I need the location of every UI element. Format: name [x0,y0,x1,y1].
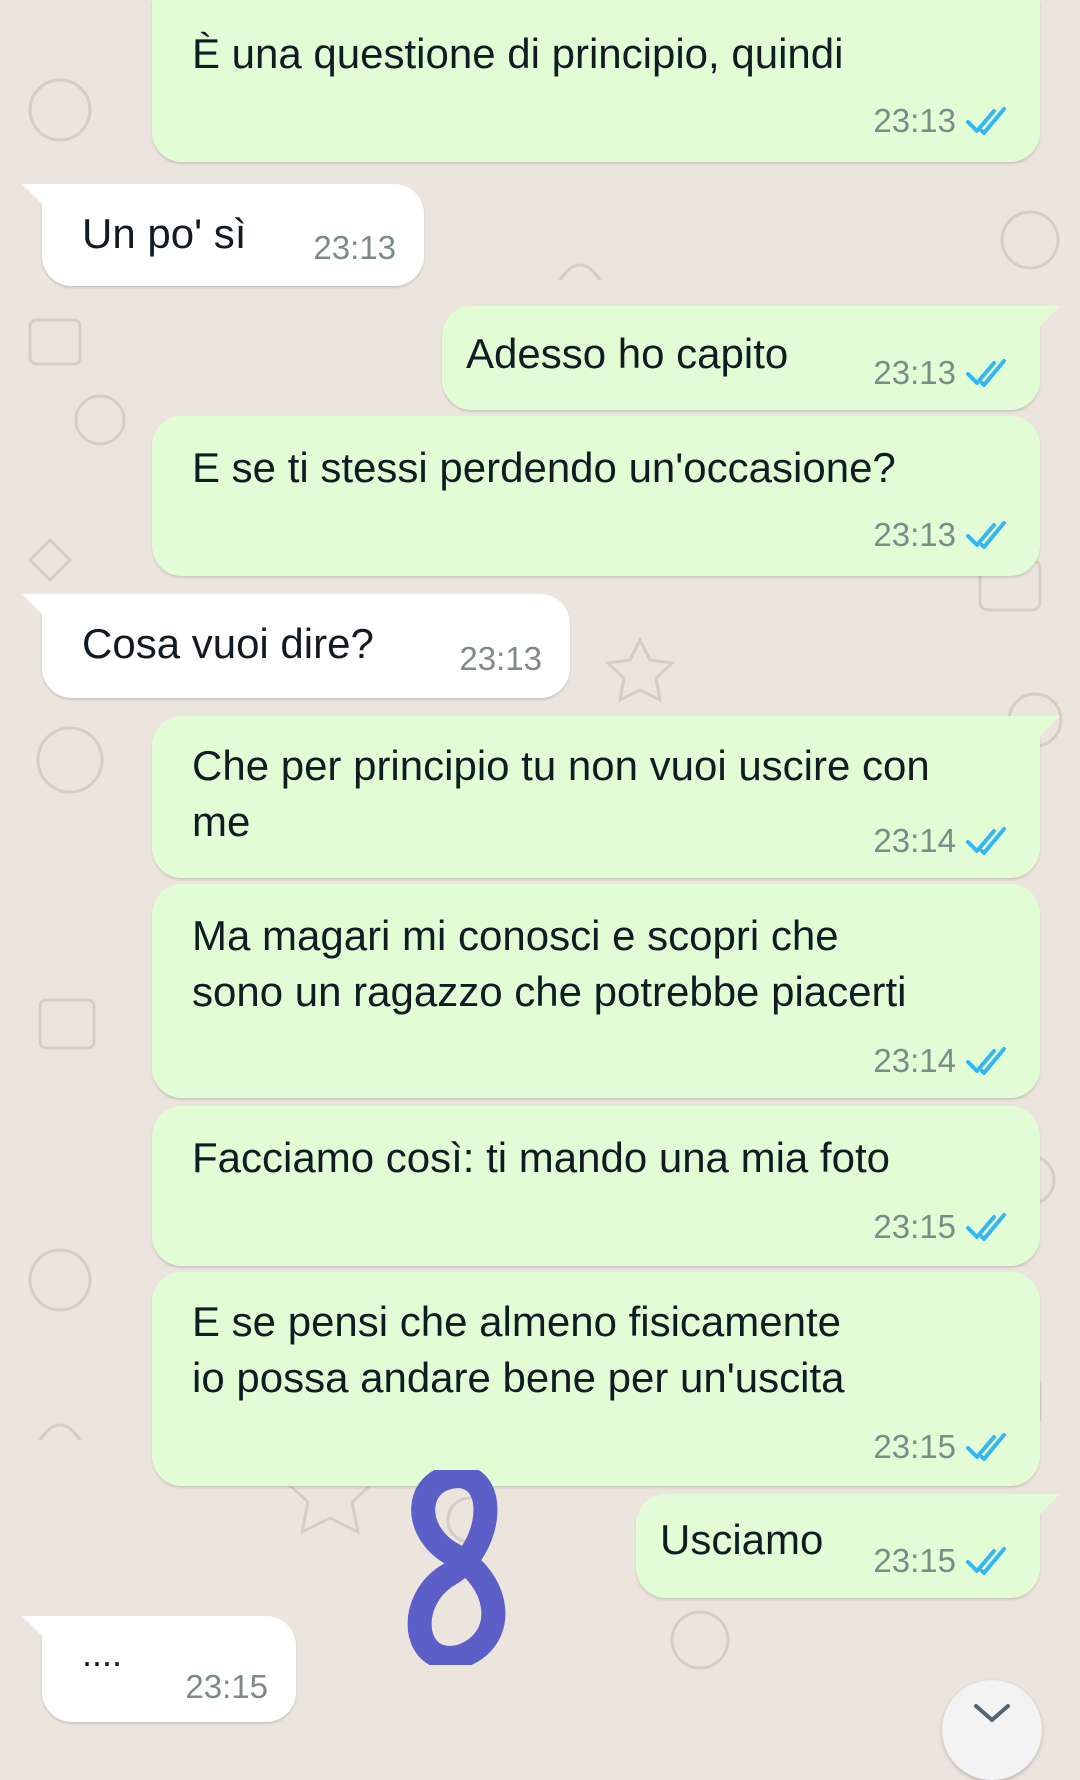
message-meta: 23:14 [873,1042,1010,1080]
double-check-icon [966,521,1006,549]
message-text: Usciamo [660,1516,824,1563]
double-check-icon [966,1433,1006,1461]
message-meta: 23:15 [873,1428,1010,1466]
message-time: 23:13 [873,354,956,391]
message-list[interactable]: È una questione di principio, quindi 23:… [0,0,1080,1724]
message-text: E se pensi che almeno fisicamente io pos… [192,1298,845,1401]
message-meta: 23:15 [185,1668,268,1706]
message-outgoing[interactable]: E se pensi che almeno fisicamente io pos… [152,1272,1040,1486]
message-meta: 23:14 [873,822,1010,860]
message-outgoing[interactable]: Usciamo 23:15 [636,1494,1060,1598]
handwritten-annotation [407,1470,506,1665]
message-text: E se ti stessi perdendo un'occasione? [192,444,896,491]
message-meta: 23:15 [873,1542,1010,1580]
message-time: 23:13 [313,229,396,266]
message-text: Adesso ho capito [466,330,789,377]
message-outgoing[interactable]: Adesso ho capito 23:13 [442,306,1060,410]
message-text: Un po' sì [82,210,247,257]
message-text: È una questione di principio, quindi [192,30,844,77]
message-incoming[interactable]: Un po' sì 23:13 [22,184,424,286]
message-text: Che per principio tu non vuoi uscire con… [192,742,930,845]
message-time: 23:15 [185,1668,268,1705]
double-check-icon [966,1047,1006,1075]
message-text: Cosa vuoi dire? [82,620,374,667]
message-time: 23:15 [873,1428,956,1465]
double-check-icon [966,827,1006,855]
message-outgoing[interactable]: È una questione di principio, quindi 23:… [152,0,1040,162]
message-time: 23:13 [873,516,956,553]
double-check-icon [966,359,1006,387]
message-meta: 23:13 [313,229,396,267]
double-check-icon [966,107,1006,135]
message-text: Facciamo così: ti mando una mia foto [192,1134,890,1181]
message-time: 23:14 [873,1042,956,1079]
message-meta: 23:15 [873,1208,1010,1246]
message-incoming[interactable]: Cosa vuoi dire? 23:13 [22,594,570,698]
message-time: 23:15 [873,1542,956,1579]
message-meta: 23:13 [873,516,1010,554]
message-time: 23:13 [873,102,956,139]
message-meta: 23:13 [873,102,1010,140]
message-meta: 23:13 [873,354,1010,392]
message-time: 23:15 [873,1208,956,1245]
message-outgoing[interactable]: Facciamo così: ti mando una mia foto 23:… [152,1106,1040,1266]
message-outgoing[interactable]: E se ti stessi perdendo un'occasione? 23… [152,416,1040,576]
message-time: 23:13 [459,640,542,677]
message-outgoing[interactable]: Ma magari mi conosci e scopri che sono u… [152,884,1040,1098]
message-incoming[interactable]: .... 23:15 [22,1616,296,1722]
scroll-to-bottom-button[interactable] [942,1680,1042,1780]
double-check-icon [966,1213,1006,1241]
chevron-down-icon [974,1704,1010,1723]
message-text: Ma magari mi conosci e scopri che sono u… [192,912,907,1015]
double-check-icon [966,1547,1006,1575]
message-text: .... [82,1633,123,1674]
message-meta: 23:13 [459,640,542,678]
message-outgoing[interactable]: Che per principio tu non vuoi uscire con… [152,716,1060,878]
message-time: 23:14 [873,822,956,859]
